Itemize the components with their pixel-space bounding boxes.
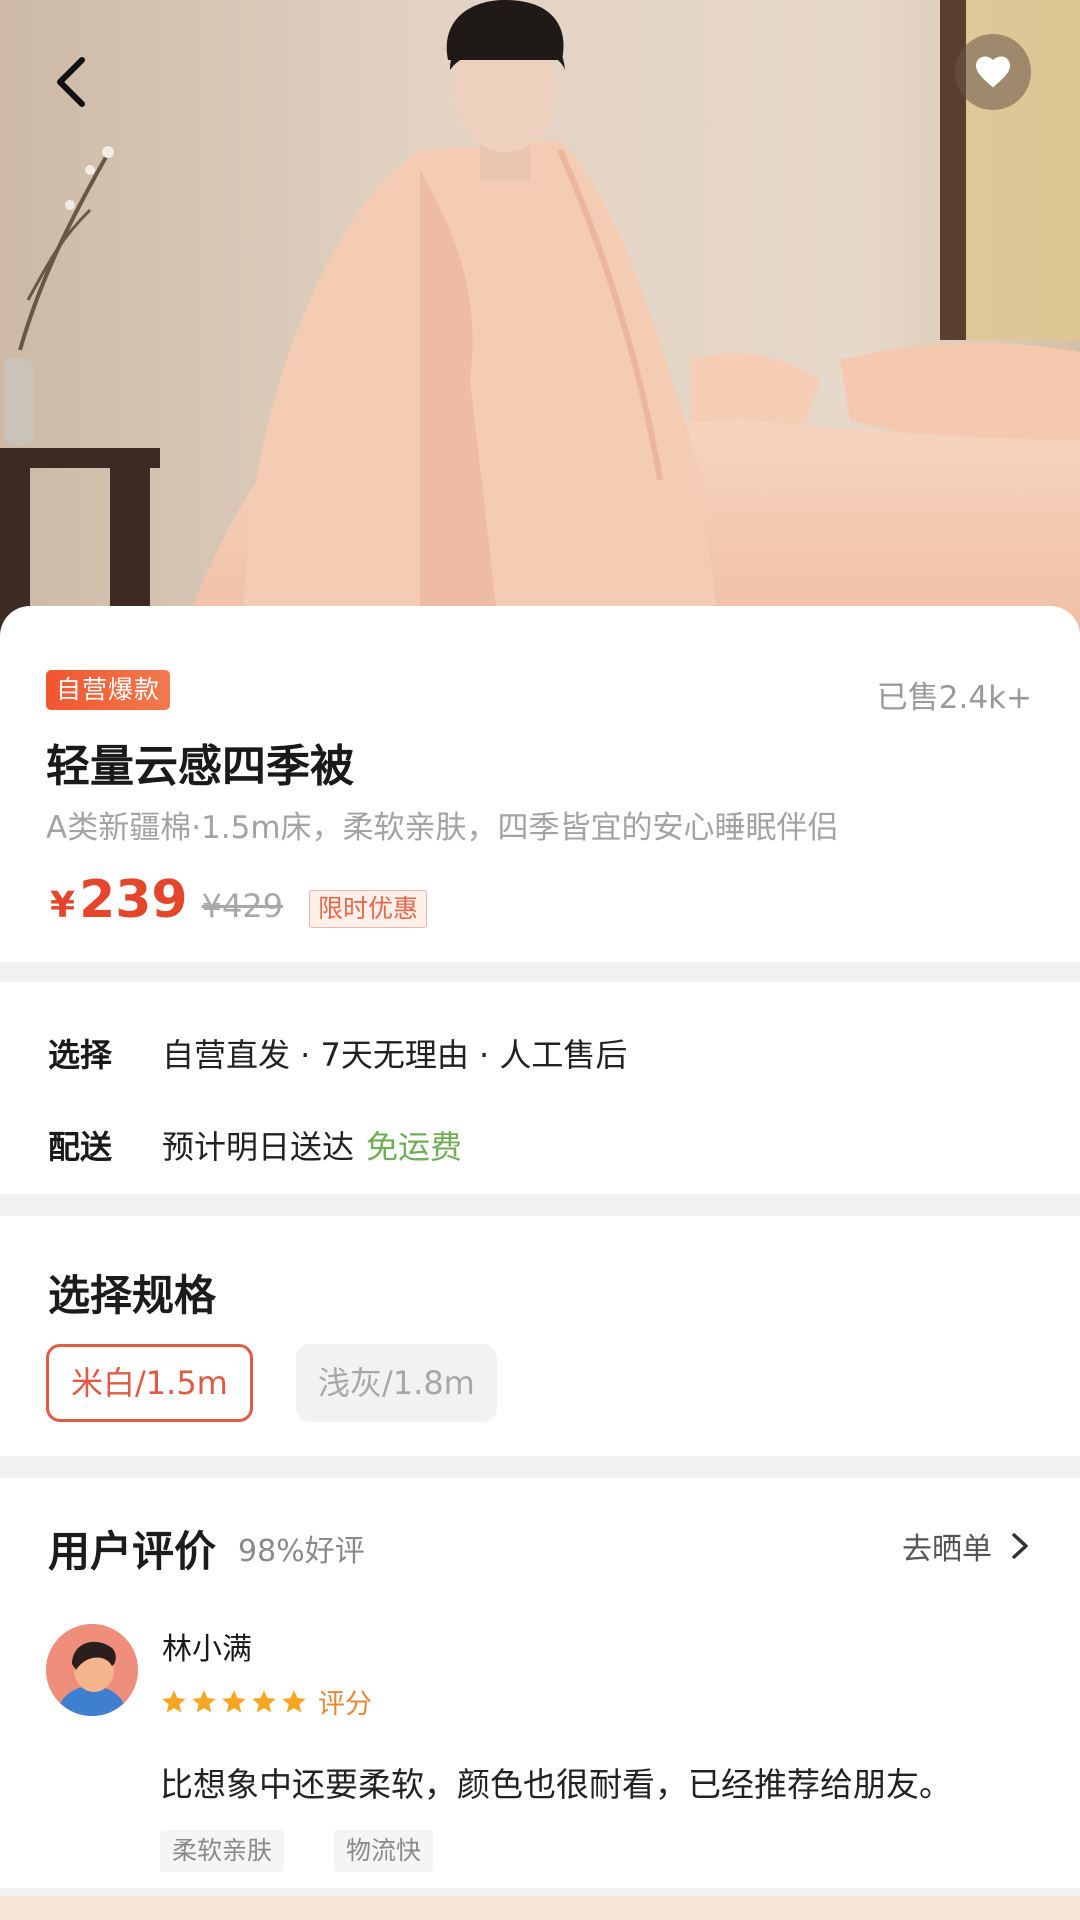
product-info-card: 自营爆款 已售2.4k+ 轻量云感四季被 A类新疆棉·1.5m床，柔软亲肤，四季… xyxy=(0,606,1080,962)
free-shipping-label: 免运费 xyxy=(366,1128,463,1166)
hero-photo xyxy=(0,0,1080,640)
chevron-right-icon xyxy=(1012,1533,1028,1559)
self-operated-badge: 自营爆款 xyxy=(46,670,171,710)
share-review-link[interactable]: 去晒单 xyxy=(902,1524,1032,1568)
star-icon xyxy=(282,1689,306,1712)
heart-icon xyxy=(976,56,1010,88)
spec-title: 选择规格 xyxy=(48,1271,217,1320)
service-select-label: 选择 xyxy=(48,1036,113,1074)
chevron-left-icon xyxy=(57,57,85,107)
review-rate: 98%好评 xyxy=(238,1534,365,1569)
review-tag[interactable]: 物流快 xyxy=(334,1830,434,1872)
bottom-bar-edge xyxy=(0,1896,1080,1920)
score-label: 评分 xyxy=(318,1689,372,1720)
product-subtitle: A类新疆棉·1.5m床，柔软亲肤，四季皆宜的安心睡眠伴侣 xyxy=(46,810,839,846)
favorite-button[interactable] xyxy=(955,34,1031,110)
product-detail-page: 自营爆款 已售2.4k+ 轻量云感四季被 A类新疆棉·1.5m床，柔软亲肤，四季… xyxy=(0,0,1080,1920)
delivery-label: 配送 xyxy=(48,1128,113,1166)
review-card: 用户评价 98%好评 去晒单 林小满 评分 比想象中还要柔软，颜色也很耐看，已经… xyxy=(0,1478,1080,1888)
sold-count: 已售2.4k+ xyxy=(876,680,1032,716)
delivery-value: 预计明日送达 xyxy=(162,1128,355,1166)
avatar-illustration xyxy=(46,1624,138,1716)
original-price: ¥429 xyxy=(201,887,284,925)
hero-image xyxy=(0,0,1080,640)
delivery-row[interactable]: 配送 预计明日送达 免运费 xyxy=(48,1122,462,1168)
star-icon xyxy=(252,1689,276,1712)
price-row: ¥239 ¥429 限时优惠 xyxy=(50,870,428,940)
service-select-value: 自营直发 · 7天无理由 · 人工售后 xyxy=(162,1036,628,1074)
service-select-row[interactable]: 选择 自营直发 · 7天无理由 · 人工售后 xyxy=(48,1030,627,1076)
review-stars: 评分 xyxy=(160,1682,372,1721)
star-icon xyxy=(162,1689,186,1712)
avatar[interactable] xyxy=(46,1624,138,1716)
star-icon xyxy=(222,1689,246,1712)
price-value: 239 xyxy=(79,870,188,930)
share-review-label: 去晒单 xyxy=(902,1532,992,1567)
spec-option-selected[interactable]: 米白/1.5m xyxy=(46,1344,253,1422)
promo-tag: 限时优惠 xyxy=(309,890,428,928)
review-text: 比想象中还要柔软，颜色也很耐看，已经推荐给朋友。 xyxy=(160,1765,952,1804)
currency-symbol: ¥ xyxy=(50,885,76,926)
back-button[interactable] xyxy=(40,46,104,118)
review-tag[interactable]: 柔软亲肤 xyxy=(160,1830,285,1872)
review-title: 用户评价 xyxy=(48,1526,217,1576)
spec-option[interactable]: 浅灰/1.8m xyxy=(296,1344,497,1422)
review-header: 用户评价 98%好评 xyxy=(48,1514,365,1582)
spec-card: 选择规格 米白/1.5m 浅灰/1.8m xyxy=(0,1216,1080,1456)
current-price: ¥239 xyxy=(50,870,188,930)
service-card: 选择 自营直发 · 7天无理由 · 人工售后 配送 预计明日送达 免运费 xyxy=(0,982,1080,1194)
product-title: 轻量云感四季被 xyxy=(46,741,354,792)
review-username: 林小满 xyxy=(162,1632,252,1667)
star-icon xyxy=(192,1689,216,1712)
